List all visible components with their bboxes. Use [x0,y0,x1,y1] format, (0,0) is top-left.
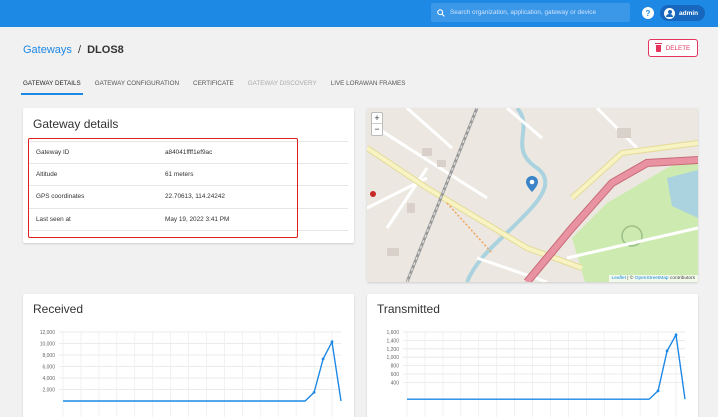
series-line [63,339,342,402]
account-circle-icon [664,7,675,19]
search-icon [437,8,445,17]
attribution-separator: | © [625,276,635,281]
zoom-out-button[interactable]: − [372,124,382,135]
y-tick-label: 1,600 [386,330,399,336]
zoom-in-button[interactable]: + [372,113,382,124]
tab-live-lorawan-frames[interactable]: LIVE LORAWAN FRAMES [331,76,406,92]
tab-gateway-discovery[interactable]: GATEWAY DISCOVERY [248,76,317,92]
y-tick-label: 12,000 [40,330,56,336]
table-row: Gateway ID a84041ffff1ef9ac [28,141,348,164]
y-tick-label: 2,000 [42,388,55,394]
tab-certificate[interactable]: CERTIFICATE [193,76,234,92]
openstreetmap-link[interactable]: OpenStreetMap [635,276,669,281]
breadcrumb-current: DLOS8 [87,44,124,56]
attribution-suffix: contributors [668,276,695,281]
delete-button[interactable]: DELETE [648,39,698,57]
row-key: Altitude [36,170,58,178]
transmitted-chart-card: Transmitted 1,600 1,400 1,200 1,000 800 600 40… [367,294,698,417]
user-name: admin [679,9,699,17]
tab-bar: GATEWAY DETAILS GATEWAY CONFIGURATION CE… [21,76,419,100]
row-value: May 19, 2022 3:41 PM [165,215,230,223]
transmitted-chart: 1,600 1,400 1,200 1,000 800 600 400 [386,330,686,417]
row-value: a84041ffff1ef9ac [165,148,213,156]
gateway-location-map[interactable]: + − Leaflet | © OpenStreetMap contributo… [367,108,698,282]
table-row: GPS coordinates 22.70613, 114.24242 [28,186,348,209]
y-tick-label: 1,200 [386,347,399,353]
map-pin-icon[interactable] [526,176,538,192]
data-point [674,333,678,337]
card-title: Gateway details [33,117,119,131]
received-chart-card: Received 12,000 10,000 8,000 6,000 4,000 2,00… [23,294,354,417]
top-app-bar: ? admin [0,0,718,27]
table-row: Last seen at May 19, 2022 3:41 PM [28,209,348,231]
data-point [312,390,316,394]
leaflet-link[interactable]: Leaflet [612,276,626,281]
search-input[interactable] [450,9,625,16]
received-chart: 12,000 10,000 8,000 6,000 4,000 2,000 [40,330,342,417]
y-tick-label: 1,400 [386,338,399,344]
tab-gateway-configuration[interactable]: GATEWAY CONFIGURATION [95,76,179,92]
y-tick-label: 600 [391,372,400,378]
map-tiles [367,108,698,282]
tab-gateway-details[interactable]: GATEWAY DETAILS [21,76,83,95]
data-point [330,340,334,344]
breadcrumb-gateways-link[interactable]: Gateways [23,44,72,56]
row-value: 61 meters [165,170,194,178]
map-zoom-control: + − [371,112,383,136]
table-row: Altitude 61 meters [28,164,348,186]
details-table: Gateway ID a84041ffff1ef9ac Altitude 61 … [28,141,348,231]
help-icon[interactable]: ? [642,7,654,19]
data-point [321,357,325,361]
data-point [665,349,669,353]
gateway-details-card: Gateway details Gateway ID a84041ffff1ef… [23,108,354,243]
row-value: 22.70613, 114.24242 [165,193,225,201]
breadcrumb: Gateways / DLOS8 [23,44,124,56]
delete-label: DELETE [665,44,691,52]
search-box[interactable] [431,3,630,22]
y-tick-label: 800 [391,364,400,370]
row-key: GPS coordinates [36,193,85,201]
y-tick-label: 1,000 [386,355,399,361]
map-attribution: Leaflet | © OpenStreetMap contributors [608,275,698,282]
trash-icon [654,42,662,52]
y-tick-label: 400 [391,380,400,386]
series-line [407,332,686,400]
y-tick-label: 6,000 [42,365,55,371]
y-tick-label: 4,000 [42,376,55,382]
row-key: Last seen at [36,215,71,223]
user-menu-button[interactable]: admin [660,5,706,21]
y-tick-label: 10,000 [40,342,56,348]
breadcrumb-separator: / [77,44,82,56]
data-point [656,389,660,393]
row-key: Gateway ID [36,148,70,156]
y-tick-label: 8,000 [42,353,55,359]
